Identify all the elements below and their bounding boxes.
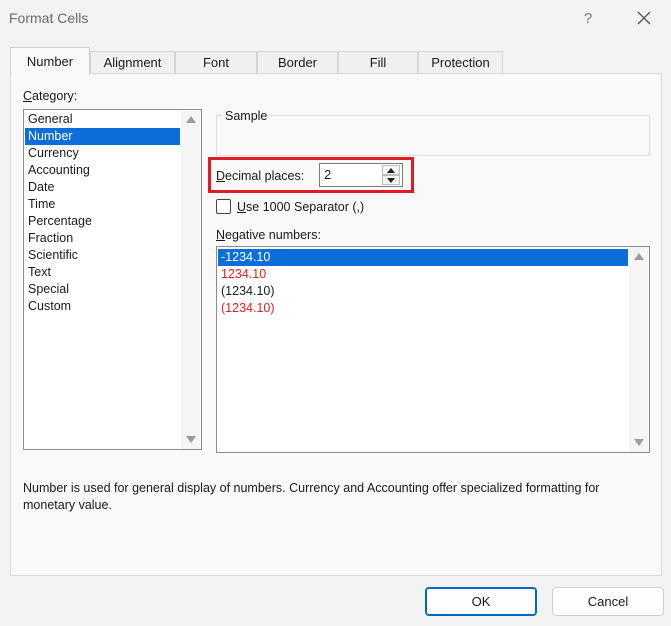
cancel-button[interactable]: Cancel [552,587,664,616]
spin-down-button[interactable] [382,175,400,185]
decimal-places-value[interactable]: 2 [324,167,331,182]
use-1000-separator-checkbox[interactable] [216,199,231,214]
tab-number[interactable]: Number [10,47,90,75]
negative-numbers-label: Negative numbers: [216,228,321,242]
scroll-down-icon[interactable] [186,436,196,443]
chevron-up-icon [387,168,395,173]
category-description: Number is used for general display of nu… [23,481,600,512]
use-1000-separator-label[interactable]: Use 1000 Separator (,) [237,200,364,214]
dialog-title: Format Cells [9,10,89,26]
category-item-scientific[interactable]: Scientific [25,247,180,264]
sample-label: Sample [222,109,271,123]
ok-button[interactable]: OK [425,587,537,616]
scroll-down-icon[interactable] [634,439,644,446]
close-button[interactable] [630,4,658,32]
negative-numbers-scrollbar[interactable] [629,247,649,452]
category-item-text[interactable]: Text [25,264,180,281]
title-bar: Format Cells ? [0,0,671,38]
tab-alignment[interactable]: Alignment [90,51,175,74]
category-item-time[interactable]: Time [25,196,180,213]
scroll-up-icon[interactable] [634,253,644,260]
negative-format-item[interactable]: -1234.10 [218,249,628,266]
sample-box [216,115,650,156]
spin-up-button[interactable] [382,165,400,175]
tab-font[interactable]: Font [175,51,257,74]
category-list[interactable]: General Number Currency Accounting Date … [23,109,202,450]
chevron-down-icon [387,178,395,183]
category-item-special[interactable]: Special [25,281,180,298]
negative-numbers-list[interactable]: -1234.10 1234.10 (1234.10) (1234.10) [216,246,650,453]
negative-format-item[interactable]: 1234.10 [218,266,628,283]
category-item-accounting[interactable]: Accounting [25,162,180,179]
category-item-date[interactable]: Date [25,179,180,196]
category-item-fraction[interactable]: Fraction [25,230,180,247]
tab-fill[interactable]: Fill [338,51,418,74]
category-item-custom[interactable]: Custom [25,298,180,315]
close-icon [637,11,651,25]
category-scrollbar[interactable] [181,110,201,449]
help-button[interactable]: ? [574,4,602,32]
category-item-general[interactable]: General [25,111,180,128]
category-item-number[interactable]: Number [25,128,180,145]
tab-border[interactable]: Border [257,51,338,74]
negative-format-item[interactable]: (1234.10) [218,300,628,317]
category-item-currency[interactable]: Currency [25,145,180,162]
scroll-up-icon[interactable] [186,116,196,123]
decimal-places-label: Decimal places: [216,169,305,183]
category-item-percentage[interactable]: Percentage [25,213,180,230]
category-label: Category: [23,89,78,103]
negative-format-item[interactable]: (1234.10) [218,283,628,300]
decimal-places-spinner[interactable]: 2 [319,163,403,187]
tab-protection[interactable]: Protection [418,51,503,74]
